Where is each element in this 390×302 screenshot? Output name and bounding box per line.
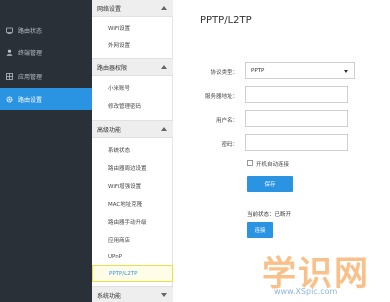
server-address-input[interactable] [245,86,348,103]
group-title: 路由器权限 [97,64,128,72]
group-router-permissions[interactable]: 路由器权限 [92,58,173,76]
group-network-settings[interactable]: 网络设置 [92,0,173,17]
password-label: 密码： [221,142,238,148]
group-advanced-features[interactable]: 高级功能 [92,120,173,138]
username-input[interactable] [245,110,348,127]
connect-button[interactable]: 连接 [247,222,273,238]
watermark-url: www.XSpic.com [274,287,338,296]
password-input[interactable] [245,134,348,151]
protocol-value: PPTP [251,67,265,74]
page-title: PPTP/L2TP [200,15,252,26]
settings-submenu: 网络设置 WiFi设置 外网设置 路由器权限 小米账号 修改管理密码 高级功能 … [92,0,173,302]
chevron-up-icon [161,65,167,69]
group-title: 高级功能 [97,126,122,134]
username-label: 用户名： [215,118,238,124]
chevron-down-icon [344,70,348,73]
submenu-item-wan-settings[interactable]: 外网设置 [108,41,130,49]
group-title: 网络设置 [97,5,122,13]
protocol-label: 协议类型： [210,70,238,76]
nav-item-router-settings[interactable]: 路由设置 [0,88,92,110]
nav-item-device-management[interactable]: 终端管理 [0,41,92,63]
submenu-item-mac-clone[interactable]: MAC地址克隆 [108,200,142,208]
submenu-item-wifi-enhance[interactable]: WiFi增强设置 [108,182,141,190]
submenu-item-system-status[interactable]: 系统状态 [108,146,130,154]
save-button[interactable]: 保存 [247,176,293,192]
nav-label: 路由状态 [18,27,43,35]
nav-label: 终端管理 [18,49,43,57]
nav-item-router-status[interactable]: 路由状态 [0,19,92,41]
submenu-item-upnp[interactable]: UPnP [108,254,122,260]
router-status-icon [6,27,13,34]
connection-status: 当前状态：已断开 [247,212,292,218]
submenu-item-peripheral-settings[interactable]: 路由器周边设置 [108,164,147,172]
submenu-item-app-store[interactable]: 应用商店 [108,236,130,244]
gear-icon [6,95,13,103]
autoconnect-label: 开机自动连接 [256,162,290,168]
submenu-item-pptp-l2tp[interactable]: PPTP/L2TP [92,265,173,282]
chevron-up-icon [161,127,167,131]
nav-label: 路由设置 [18,96,43,104]
apps-icon [6,72,13,80]
left-nav: 路由状态 终端管理 应用管理 路由设置 [0,0,92,302]
group-system-functions[interactable]: 系统功能 [92,286,173,302]
nav-label: 应用管理 [18,73,43,81]
server-address-label: 服务器地址： [204,94,238,100]
chevron-down-icon [161,293,167,297]
autoconnect-checkbox[interactable] [247,160,253,166]
nav-item-app-management[interactable]: 应用管理 [0,65,92,87]
protocol-select[interactable]: PPTP [245,62,355,79]
submenu-item-xiaomi-account[interactable]: 小米账号 [108,84,130,92]
group-title: 系统功能 [97,292,122,300]
submenu-item-wifi-settings[interactable]: WiFi设置 [108,24,130,32]
chevron-up-icon [161,6,167,10]
submenu-item-change-password[interactable]: 修改管理密码 [108,102,141,110]
user-icon [6,49,13,56]
submenu-item-manual-upgrade[interactable]: 路由器手动升级 [108,218,147,226]
